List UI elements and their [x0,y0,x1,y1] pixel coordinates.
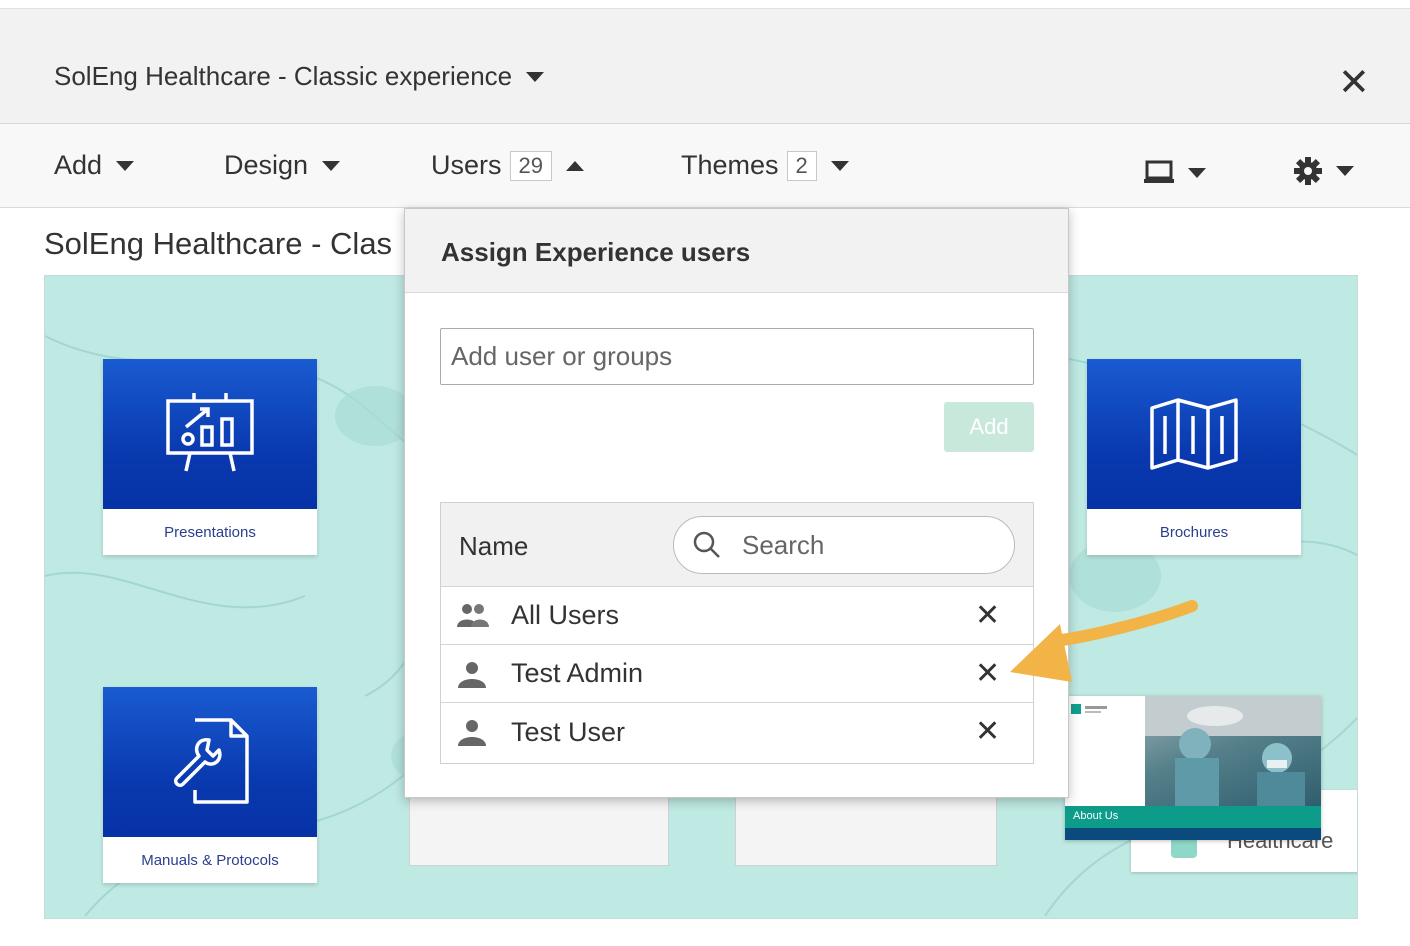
users-table: Name All Users ✕ [440,502,1034,764]
tile-presentations-banner [103,359,317,509]
users-menu-label: Users [431,150,502,180]
laptop-icon [1144,160,1206,183]
blank-card-2[interactable] [735,786,997,866]
name-column-header: Name [459,531,529,561]
add-user-input[interactable] [440,328,1034,385]
row-name: Test Admin [511,658,644,688]
tile-manuals-banner [103,687,317,837]
add-menu-label: Add [54,150,103,180]
presentation-chart-icon [166,393,254,472]
remove-test-user-button[interactable]: ✕ [975,717,1000,747]
add-menu[interactable]: Add [54,150,135,181]
surgeons-image [1145,696,1321,806]
document-wrench-icon [173,718,249,804]
users-menu[interactable]: Users 29 [431,150,584,181]
table-row-all-users: All Users ✕ [441,587,1033,645]
tile-manuals-label: Manuals & Protocols [141,851,279,869]
about-us-label: About Us [1065,806,1321,828]
chevron-up-icon [566,160,584,171]
surgeons-photo [1145,696,1321,806]
settings-button[interactable] [1294,156,1360,191]
remove-test-admin-button[interactable]: ✕ [975,658,1000,689]
themes-menu[interactable]: Themes 2 [681,150,849,181]
table-row-test-admin: Test Admin ✕ [441,645,1033,703]
table-row-test-user: Test User ✕ [441,703,1033,761]
tile-manuals-protocols[interactable]: Manuals & Protocols [103,687,317,883]
small-logo-icon [1071,704,1107,714]
gear-icon [1294,157,1354,185]
row-name: Test User [511,716,626,747]
page-title: SolEng Healthcare - Clas [44,226,393,261]
tile-brochures-banner [1087,359,1301,509]
design-menu[interactable]: Design [224,150,341,181]
design-menu-label: Design [224,150,309,180]
chevron-down-icon [830,160,849,171]
about-us-card[interactable]: About Us [1065,696,1321,840]
tile-presentations[interactable]: Presentations [103,359,317,555]
tile-presentations-label: Presentations [164,523,256,541]
experience-selector[interactable]: SolEng Healthcare - Classic experience [54,61,545,92]
chevron-down-icon [116,160,135,171]
tile-brochures[interactable]: Brochures [1087,359,1301,555]
row-name: All Users [511,600,620,630]
blank-card-1[interactable] [409,786,669,866]
experience-header: SolEng Healthcare - Classic experience ✕ [0,8,1410,124]
users-count-badge: 29 [509,150,552,181]
remove-all-users-button[interactable]: ✕ [975,600,1000,631]
popover-title: Assign Experience users [405,209,1068,293]
close-button[interactable]: ✕ [1338,64,1370,102]
toolbar: Add Design Users 29 Themes 2 [0,124,1410,208]
add-user-button[interactable]: Add [944,402,1034,452]
tile-brochures-label: Brochures [1159,523,1229,541]
chevron-down-icon [322,160,341,171]
chevron-down-icon [526,71,545,82]
user-icon [458,720,486,746]
user-icon [458,662,486,688]
map-icon [1150,398,1238,470]
users-search[interactable] [673,516,1015,574]
themes-count-badge: 2 [786,150,817,181]
group-icon [457,604,489,627]
themes-menu-label: Themes [681,150,779,180]
device-preview-button[interactable] [1144,160,1214,191]
experience-title: SolEng Healthcare - Classic experience [54,61,513,91]
search-icon [693,531,720,558]
search-input[interactable] [742,529,962,561]
users-table-header: Name [441,503,1033,587]
assign-users-popover: Assign Experience users Add Name All Use… [404,208,1069,798]
about-us-underbar [1065,828,1321,840]
